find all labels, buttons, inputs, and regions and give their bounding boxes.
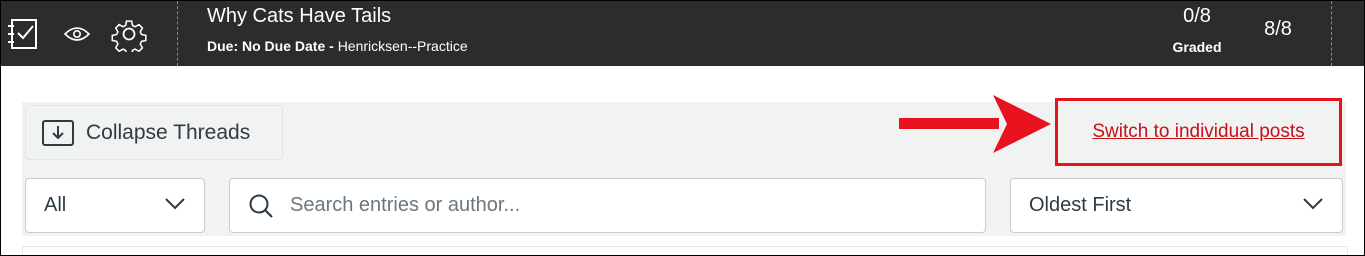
collapse-threads-button[interactable]: Collapse Threads bbox=[25, 105, 283, 160]
switch-to-individual-posts-link[interactable]: Switch to individual posts bbox=[1092, 121, 1304, 143]
page-frame: Why Cats Have Tails Due: No Due Date - H… bbox=[0, 0, 1365, 256]
chevron-down-icon bbox=[165, 198, 185, 210]
gear-icon[interactable] bbox=[109, 1, 149, 66]
search-input[interactable]: Search entries or author... bbox=[229, 178, 986, 233]
eye-icon[interactable] bbox=[63, 1, 91, 66]
graded-label: Graded bbox=[1172, 39, 1222, 55]
highlight-box: Switch to individual posts bbox=[1055, 98, 1342, 166]
search-icon bbox=[248, 193, 274, 219]
assignment-subtitle: Due: No Due Date - Henricksen--Practice bbox=[207, 38, 468, 54]
search-placeholder: Search entries or author... bbox=[290, 194, 521, 216]
graded-count: 0/8 bbox=[1183, 5, 1211, 27]
sort-order-value: Oldest First bbox=[1029, 194, 1132, 216]
total-count: 8/8 bbox=[1264, 18, 1292, 40]
assignment-header: Why Cats Have Tails Due: No Due Date - H… bbox=[1, 1, 1364, 66]
collapse-threads-label: Collapse Threads bbox=[86, 120, 251, 144]
sort-order-select[interactable]: Oldest First bbox=[1010, 178, 1343, 233]
assignment-title: Why Cats Have Tails bbox=[207, 5, 392, 27]
rubric-icon[interactable] bbox=[5, 1, 39, 66]
discussion-entries-container bbox=[22, 246, 1348, 255]
filter-value: All bbox=[44, 194, 67, 216]
chevron-down-icon bbox=[1303, 198, 1323, 210]
header-divider-right bbox=[1331, 1, 1332, 66]
header-divider bbox=[177, 1, 178, 66]
due-date: Due: No Due Date - bbox=[207, 38, 338, 54]
red-arrow-annotation bbox=[899, 95, 1051, 153]
filter-select[interactable]: All bbox=[25, 178, 205, 233]
course-name: Henricksen--Practice bbox=[337, 38, 468, 54]
collapse-icon bbox=[42, 119, 74, 146]
